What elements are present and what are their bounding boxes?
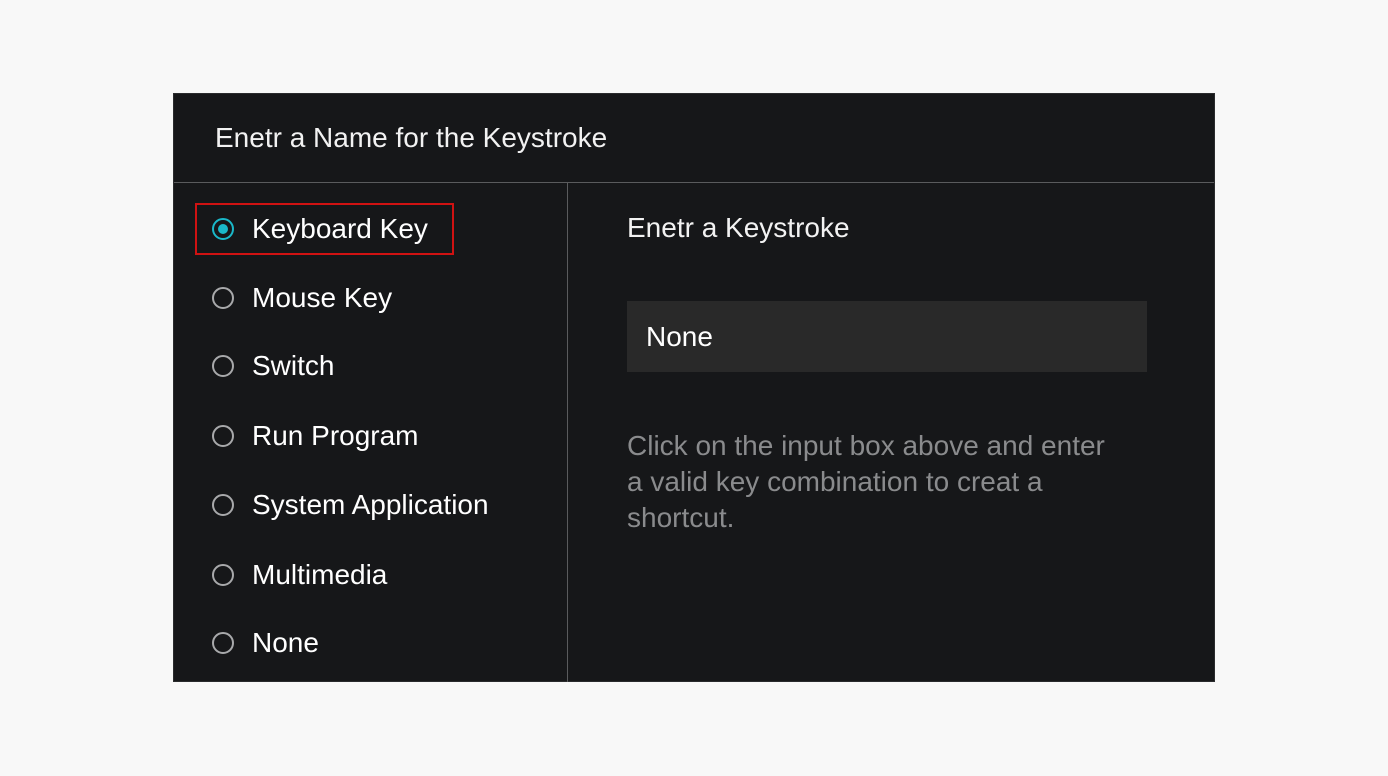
- keystroke-input[interactable]: [627, 301, 1147, 372]
- radio-checked-icon[interactable]: [212, 218, 234, 240]
- option-label: Switch: [252, 350, 335, 381]
- option-keyboard-key[interactable]: Keyboard Key: [212, 209, 428, 249]
- keystroke-hint: Click on the input box above and enter a…: [627, 430, 1105, 533]
- radio-unchecked-icon[interactable]: [212, 494, 234, 516]
- option-mouse-key[interactable]: Mouse Key: [212, 278, 392, 318]
- option-label: None: [252, 627, 319, 658]
- dialog-title: Enetr a Name for the Keystroke: [215, 122, 608, 153]
- option-none[interactable]: None: [212, 623, 319, 663]
- radio-unchecked-icon[interactable]: [212, 564, 234, 586]
- keystroke-dialog: Enetr a Name for the Keystroke Keyboard …: [173, 93, 1215, 682]
- option-multimedia[interactable]: Multimedia: [212, 555, 387, 595]
- action-type-list: Keyboard Key Mouse Key Switch Run Progra…: [174, 183, 568, 682]
- radio-unchecked-icon[interactable]: [212, 355, 234, 377]
- radio-unchecked-icon[interactable]: [212, 632, 234, 654]
- option-label: System Application: [252, 489, 489, 520]
- option-label: Keyboard Key: [252, 213, 428, 244]
- radio-unchecked-icon[interactable]: [212, 425, 234, 447]
- option-switch[interactable]: Switch: [212, 346, 334, 386]
- option-label: Run Program: [252, 420, 419, 451]
- keystroke-title: Enetr a Keystroke: [627, 212, 850, 243]
- option-system-application[interactable]: System Application: [212, 485, 489, 525]
- option-label: Multimedia: [252, 559, 388, 590]
- radio-unchecked-icon[interactable]: [212, 287, 234, 309]
- dialog-header: Enetr a Name for the Keystroke: [174, 94, 1214, 183]
- option-label: Mouse Key: [252, 282, 393, 313]
- option-run-program[interactable]: Run Program: [212, 416, 419, 456]
